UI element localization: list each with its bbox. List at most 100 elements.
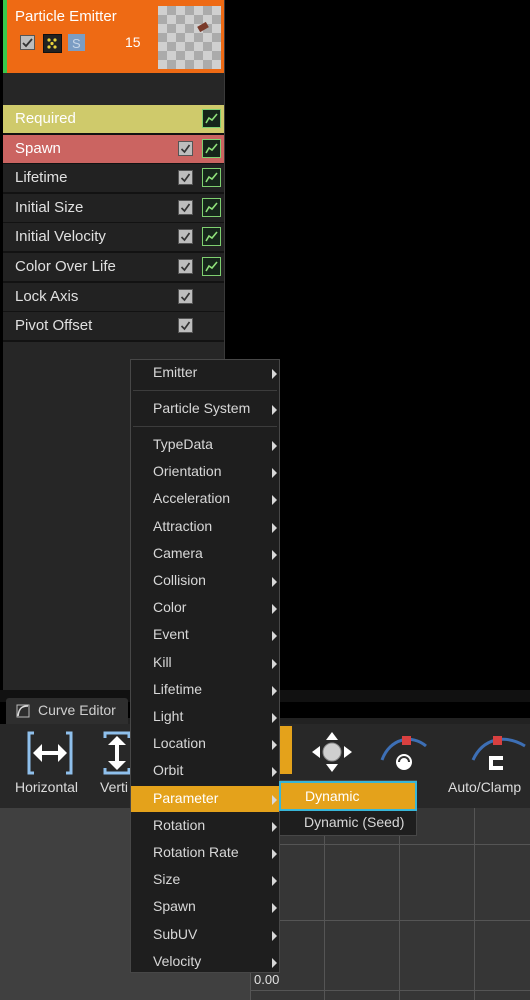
submenu-arrow-icon (272, 441, 277, 451)
curve-editor-tab-label: Curve Editor (38, 702, 116, 718)
menu-item-label: Spawn (153, 898, 196, 915)
auto-clamp-button[interactable]: Auto/Clamp (445, 724, 530, 808)
menu-separator (133, 426, 277, 427)
menu-item-camera[interactable]: Camera (131, 541, 279, 567)
menu-item-label: Kill (153, 653, 172, 670)
module-enable-checkbox[interactable] (178, 199, 193, 215)
auto-tangent-icon (380, 736, 427, 770)
submenu-arrow-icon (272, 495, 277, 506)
module-label: Initial Size (15, 198, 84, 216)
menu-item-emitter[interactable]: Emitter (131, 360, 279, 386)
menu-item-attraction[interactable]: Attraction (131, 514, 279, 540)
context-menu: Emitter Particle System TypeData Orientatio… (130, 359, 280, 973)
module-row-lifetime[interactable]: Lifetime (3, 164, 224, 195)
module-label: Required (15, 110, 76, 127)
menu-item-label: Rotation (153, 816, 206, 833)
submenu-arrow-icon (272, 957, 277, 968)
menu-item-label: TypeData (153, 436, 213, 452)
submenu-item-dynamic-seed[interactable]: Dynamic (Seed) (280, 809, 416, 835)
menu-item-label: Event (153, 626, 189, 643)
submenu-arrow-icon (272, 369, 277, 379)
menu-item-parameter[interactable]: Parameter (131, 785, 279, 812)
submenu-arrow-icon (272, 604, 277, 615)
menu-item-collision[interactable]: Collision (131, 568, 279, 594)
module-label: Lifetime (15, 169, 68, 187)
emitter-enabled-bar (3, 0, 7, 73)
submenu-arrow-icon (272, 821, 277, 832)
emitter-header[interactable]: Particle Emitter S 15 (3, 0, 224, 73)
module-label: Color Over Life (15, 258, 116, 275)
submenu-arrow-icon (272, 849, 277, 859)
menu-item-acceleration[interactable]: Acceleration (131, 486, 279, 512)
menu-item-lifetime[interactable]: Lifetime (131, 677, 279, 703)
module-row-initial-velocity[interactable]: Initial Velocity (3, 223, 224, 254)
menu-item-orientation[interactable]: Orientation (131, 459, 279, 485)
auto-clamp-label: Auto/Clamp (448, 779, 522, 795)
tab-curve-editor[interactable]: Curve Editor (6, 698, 128, 724)
menu-item-color[interactable]: Color (131, 595, 279, 621)
solo-mode-icon[interactable] (43, 34, 62, 53)
module-row-initial-size[interactable]: Initial Size (3, 193, 224, 224)
emitter-particle-count: 15 (125, 34, 141, 50)
module-enable-checkbox[interactable] (178, 288, 193, 304)
menu-item-orbit[interactable]: Orbit (131, 758, 279, 784)
menu-item-label: Rotation Rate (153, 844, 239, 860)
menu-item-label: Acceleration (153, 490, 231, 507)
horizontal-fit-button[interactable]: Horizontal (0, 724, 90, 808)
module-row-spawn[interactable]: Spawn (3, 134, 224, 165)
grid-line (399, 808, 400, 1000)
submenu-arrow-icon (272, 631, 277, 642)
menu-item-subuv[interactable]: SubUV (131, 922, 279, 948)
curve-graph-icon[interactable] (202, 109, 221, 128)
submenu-arrow-icon (272, 549, 277, 560)
submenu-arrow-icon (272, 685, 277, 696)
menu-item-label: Camera (153, 544, 203, 561)
submenu-item-label: Dynamic (Seed) (304, 814, 405, 830)
menu-item-label: Attraction (153, 517, 213, 534)
menu-item-kill[interactable]: Kill (131, 650, 279, 676)
horizontal-fit-icon (27, 731, 73, 775)
vertical-label: Verti (100, 779, 129, 795)
module-enable-checkbox[interactable] (178, 259, 193, 274)
menu-item-size[interactable]: Size (131, 867, 279, 893)
module-enable-checkbox[interactable] (178, 318, 193, 334)
menu-item-label: Orientation (153, 463, 222, 480)
curve-graph-icon[interactable] (202, 197, 221, 217)
curve-editor-icon (16, 704, 30, 718)
menu-item-spawn[interactable]: Spawn (131, 894, 279, 920)
menu-item-label: Particle System (153, 400, 251, 416)
menu-item-event[interactable]: Event (131, 622, 279, 648)
menu-item-rotation-rate[interactable]: Rotation Rate (131, 840, 279, 866)
submenu-arrow-icon (272, 767, 277, 778)
menu-item-location[interactable]: Location (131, 731, 279, 757)
menu-item-particle-system[interactable]: Particle System (131, 396, 279, 422)
menu-separator (133, 390, 277, 391)
curve-graph[interactable] (250, 808, 530, 1000)
module-enable-checkbox[interactable] (178, 229, 193, 245)
module-row-color-over-life[interactable]: Color Over Life (3, 253, 224, 283)
module-label: Lock Axis (15, 287, 79, 305)
module-enable-checkbox[interactable] (178, 140, 193, 156)
menu-item-label: Parameter (153, 789, 219, 806)
curve-graph-icon[interactable] (202, 168, 221, 188)
menu-item-typedata[interactable]: TypeData (131, 432, 279, 458)
menu-item-light[interactable]: Light (131, 704, 279, 730)
menu-item-velocity[interactable]: Velocity (131, 949, 279, 975)
submenu-arrow-icon (272, 930, 277, 941)
emitter-thumbnail (158, 6, 221, 69)
submenu-item-dynamic[interactable]: Dynamic (279, 781, 417, 811)
pan-icon (312, 732, 352, 772)
curve-graph-icon[interactable] (202, 227, 221, 247)
menu-item-label: Lifetime (153, 680, 203, 697)
grid-line (324, 808, 325, 1000)
curve-graph-icon[interactable] (202, 257, 221, 276)
menu-item-rotation[interactable]: Rotation (131, 813, 279, 839)
curve-graph-icon[interactable] (202, 138, 221, 158)
module-row-required[interactable]: Required (3, 105, 224, 135)
module-row-lock-axis[interactable]: Lock Axis (3, 282, 224, 313)
module-enable-checkbox[interactable] (178, 170, 193, 186)
module-row-pivot-offset[interactable]: Pivot Offset (3, 312, 224, 343)
emitter-enable-checkbox[interactable] (20, 35, 35, 50)
solo-s-icon[interactable]: S (68, 34, 85, 51)
submenu-arrow-icon (272, 903, 277, 914)
